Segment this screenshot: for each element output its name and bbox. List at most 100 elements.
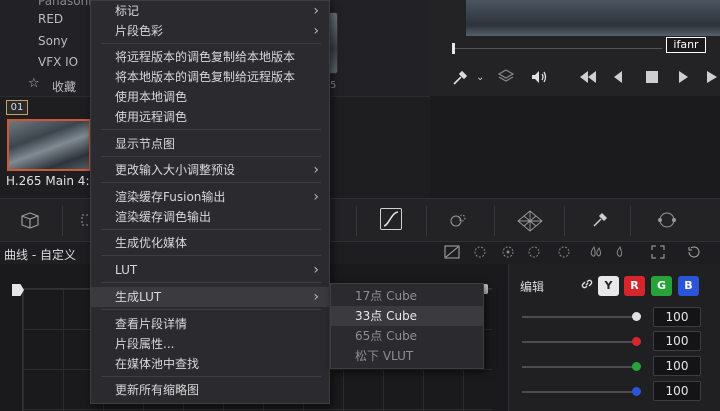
submenu-item-65pt-cube[interactable]: 65点 Cube <box>331 326 483 346</box>
slider-b-knob[interactable] <box>632 387 641 396</box>
context-menu: 标记 › 片段色彩 › 将远程版本的调色复制给本地版本 将本地版本的调色复制给远程版… <box>90 0 330 404</box>
clip-number-badge: 01 <box>6 100 28 115</box>
chevron-right-icon: › <box>313 23 319 39</box>
favorites-item[interactable]: 收藏 <box>52 78 76 95</box>
menu-item-label: 标记 <box>115 4 140 18</box>
channel-b-button[interactable]: B <box>678 276 699 296</box>
chevron-right-icon: › <box>313 189 319 205</box>
menu-item-label: 片段属性... <box>115 337 175 351</box>
clip-thumb-label: 5 <box>330 80 337 91</box>
skip-back-icon[interactable] <box>578 70 598 87</box>
menu-separator <box>101 255 321 256</box>
tool-divider <box>630 206 631 236</box>
tool-divider <box>426 206 427 236</box>
speaker-icon[interactable] <box>530 69 548 88</box>
skip-forward-icon[interactable] <box>705 70 719 87</box>
menu-item-clip-attributes[interactable]: 片段属性... <box>91 334 329 354</box>
watermark-logo: ifanr <box>666 37 706 53</box>
sat-vs-lum-icon[interactable] <box>612 245 628 259</box>
link-icon[interactable] <box>580 277 594 291</box>
slider-y-track[interactable] <box>522 316 638 318</box>
generate-lut-submenu: 17点 Cube 33点 Cube 65点 Cube 松下 VLUT <box>330 283 484 369</box>
menu-separator <box>101 309 321 310</box>
menu-item-clip-color[interactable]: 片段色彩 › <box>91 21 329 41</box>
tracker-eyedropper-icon[interactable] <box>588 210 612 230</box>
menu-item-show-node-graph[interactable]: 显示节点图 <box>91 134 329 154</box>
clip-codec-label: H.265 Main 4:2 <box>6 174 98 188</box>
stop-icon[interactable] <box>645 70 659 87</box>
tool-divider <box>564 206 565 236</box>
menu-separator <box>101 182 321 183</box>
eyedropper-icon[interactable] <box>452 70 468 89</box>
slider-r-track[interactable] <box>522 341 638 343</box>
menu-item-markers[interactable]: 标记 › <box>91 1 329 21</box>
sat-vs-sat-icon[interactable] <box>588 245 604 259</box>
clip-thumbnail[interactable] <box>7 119 91 171</box>
curve-mode-icon[interactable] <box>444 245 460 259</box>
media-pool-item[interactable]: RED <box>38 12 63 26</box>
channel-g-button[interactable]: G <box>651 276 672 296</box>
menu-item-render-cache-color[interactable]: 渲染缓存调色输出 <box>91 207 329 227</box>
submenu-item-panasonic-vlut[interactable]: 松下 VLUT <box>331 346 483 366</box>
menu-item-label: 片段色彩 <box>115 24 164 38</box>
menu-item-clip-details[interactable]: 查看片段详情 <box>91 314 329 334</box>
hue-vs-sat-icon[interactable] <box>500 245 516 259</box>
menu-item-update-thumbnails[interactable]: 更新所有缩略图 <box>91 380 329 400</box>
hue-vs-hue-icon[interactable] <box>472 245 488 259</box>
slider-g-value[interactable]: 100 <box>653 356 701 376</box>
slider-b-value[interactable]: 100 <box>653 381 701 401</box>
menu-item-generate-optimized-media[interactable]: 生成优化媒体 <box>91 233 329 253</box>
menu-item-label: 在媒体池中查找 <box>115 357 200 371</box>
submenu-item-17pt-cube[interactable]: 17点 Cube <box>331 286 483 306</box>
expand-icon[interactable] <box>650 245 666 259</box>
slider-g-track[interactable] <box>522 366 638 368</box>
menu-separator <box>101 282 321 283</box>
slider-b-track[interactable] <box>522 391 638 393</box>
menu-separator <box>101 229 321 230</box>
play-icon[interactable] <box>677 70 689 87</box>
reset-icon[interactable] <box>686 245 702 259</box>
prev-frame-icon[interactable] <box>612 70 624 87</box>
layers-icon[interactable] <box>497 68 515 87</box>
menu-item-render-cache-fusion[interactable]: 渲染缓存Fusion输出 › <box>91 187 329 207</box>
curves-tool-icon[interactable] <box>380 208 402 230</box>
scrubber-track[interactable] <box>452 48 662 49</box>
slider-y-knob[interactable] <box>632 312 641 321</box>
menu-item-label: 渲染缓存调色输出 <box>115 210 212 224</box>
tool-divider <box>356 206 357 236</box>
hue-vs-lum-icon[interactable] <box>526 245 542 259</box>
slider-r-value[interactable]: 100 <box>653 331 701 351</box>
menu-item-generate-lut[interactable]: 生成LUT › <box>91 287 329 307</box>
tool-divider <box>62 206 63 236</box>
menu-item-use-remote-grades[interactable]: 使用远程调色 <box>91 107 329 127</box>
menu-item-use-local-grades[interactable]: 使用本地调色 <box>91 87 329 107</box>
blur-icon[interactable] <box>654 210 678 230</box>
menu-item-label: 查看片段详情 <box>115 317 188 331</box>
lum-vs-sat-icon[interactable] <box>556 245 572 259</box>
menu-item-label: 生成优化媒体 <box>115 236 188 250</box>
media-pool-item[interactable]: VFX IO <box>38 55 78 69</box>
channel-y-button[interactable]: Y <box>598 276 619 296</box>
tool-divider <box>494 206 495 236</box>
qualifier-icon[interactable] <box>446 210 470 230</box>
window-icon[interactable] <box>516 210 543 232</box>
slider-r-knob[interactable] <box>632 337 641 346</box>
channel-r-button[interactable]: R <box>624 276 645 296</box>
submenu-item-33pt-cube[interactable]: 33点 Cube <box>331 306 483 326</box>
menu-item-lut[interactable]: LUT › <box>91 260 329 280</box>
menu-item-find-in-media-pool[interactable]: 在媒体池中查找 <box>91 354 329 374</box>
chevron-down-icon[interactable]: ⌄ <box>476 71 484 85</box>
chevron-right-icon: › <box>313 289 319 305</box>
media-pool-item[interactable]: Sony <box>38 34 68 48</box>
star-icon: ☆ <box>28 76 40 91</box>
menu-item-input-sizing-preset[interactable]: 更改输入大小调整预设 › <box>91 160 329 180</box>
menu-item-copy-local-to-remote[interactable]: 将本地版本的调色复制给远程版本 <box>91 67 329 87</box>
playhead-handle[interactable] <box>452 43 455 54</box>
menu-item-label: 生成LUT <box>115 290 162 304</box>
slider-y-value[interactable]: 100 <box>653 307 701 327</box>
camera-raw-icon[interactable] <box>18 210 42 230</box>
slider-g-knob[interactable] <box>632 362 641 371</box>
curves-panel-title: 曲线 - 自定义 <box>4 248 76 262</box>
menu-item-copy-remote-to-local[interactable]: 将远程版本的调色复制给本地版本 <box>91 47 329 67</box>
menu-item-label: 显示节点图 <box>115 137 176 151</box>
